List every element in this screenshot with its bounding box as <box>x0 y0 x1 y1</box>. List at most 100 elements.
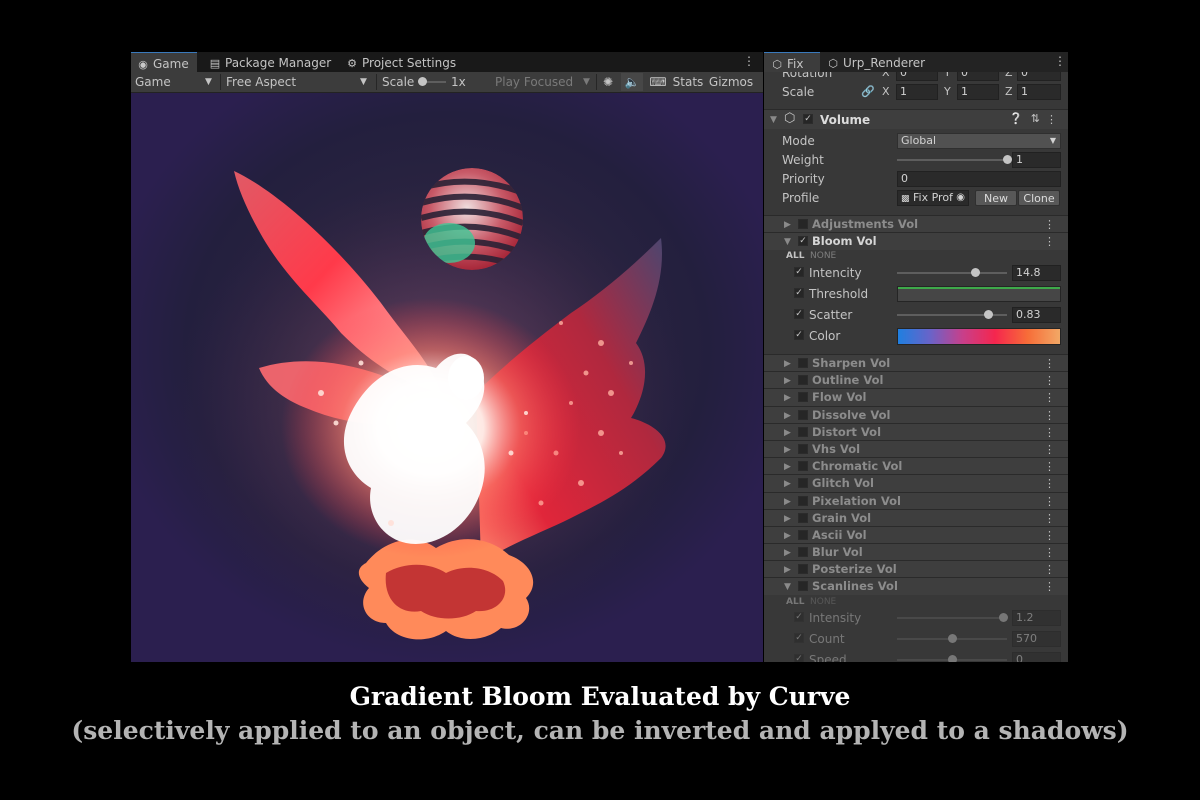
gizmos-button[interactable]: Gizmos <box>707 73 755 91</box>
object-picker-icon[interactable]: ◉ <box>956 191 965 205</box>
volume-enable-checkbox[interactable] <box>798 547 808 558</box>
volume-component-header[interactable]: ▼ ⬡ ✓ Volume ❔ ⇅ ⋮ <box>764 109 1068 129</box>
volume-enable-checkbox[interactable] <box>798 358 808 368</box>
foldout-collapsed-icon[interactable]: ▶ <box>784 427 791 439</box>
component-menu-icon[interactable]: ⋮ <box>1044 527 1055 544</box>
foldout-expanded-icon[interactable]: ▼ <box>770 114 777 126</box>
presets-icon[interactable]: ⇅ <box>1031 112 1040 125</box>
volume-enable-checkbox[interactable] <box>798 530 808 540</box>
bloom-vol-header[interactable]: ▼ ✓ Bloom Vol ⋮ <box>764 232 1068 250</box>
adjustments-vol-header[interactable]: ▶ Adjustments Vol ⋮ <box>764 215 1068 233</box>
bloom-vol-checkbox[interactable]: ✓ <box>798 236 808 246</box>
component-menu-icon[interactable]: ⋮ <box>1044 233 1055 250</box>
foldout-collapsed-icon[interactable]: ▶ <box>784 564 791 576</box>
component-menu-icon[interactable]: ⋮ <box>1044 441 1055 458</box>
scanlines-vol-checkbox[interactable] <box>798 581 808 591</box>
foldout-expanded-icon[interactable]: ▼ <box>784 581 791 593</box>
scanlines-speed-slider-knob[interactable] <box>948 655 957 662</box>
bloom-intensity-slider-track[interactable] <box>897 272 1007 274</box>
foldout-collapsed-icon[interactable]: ▶ <box>784 358 791 370</box>
bloom-threshold-curve-field[interactable] <box>897 286 1061 302</box>
collapsed-volume-header[interactable]: ▶ Blur Vol ⋮ <box>764 543 1068 562</box>
help-icon[interactable]: ❔ <box>1009 112 1023 125</box>
foldout-collapsed-icon[interactable]: ▶ <box>784 410 791 422</box>
volume-enable-checkbox[interactable] <box>798 495 808 506</box>
bloom-color-override-checkbox[interactable]: ✓ <box>794 330 804 340</box>
priority-field[interactable]: 0 <box>897 171 1061 187</box>
foldout-collapsed-icon[interactable]: ▶ <box>784 530 791 542</box>
collapsed-volume-header[interactable]: ▶ Pixelation Vol ⋮ <box>764 491 1068 510</box>
game-window-menu-icon[interactable]: ⋮ <box>743 54 755 68</box>
volume-enable-checkbox[interactable] <box>798 461 808 472</box>
scanlines-count-field[interactable]: 570 <box>1012 631 1061 647</box>
scanlines-count-slider-knob[interactable] <box>948 634 957 643</box>
component-menu-icon[interactable]: ⋮ <box>1044 389 1055 406</box>
game-viewport[interactable] <box>131 93 763 662</box>
tab-package-manager[interactable]: ▤ Package Manager <box>208 52 331 72</box>
inspector-menu-icon[interactable]: ⋮ <box>1054 54 1066 68</box>
bug-icon[interactable]: ✺ <box>599 73 617 91</box>
scanlines-vol-header[interactable]: ▼ Scanlines Vol ⋮ <box>764 577 1068 595</box>
foldout-collapsed-icon[interactable]: ▶ <box>784 444 791 456</box>
foldout-collapsed-icon[interactable]: ▶ <box>784 392 791 404</box>
component-menu-icon[interactable]: ⋮ <box>1044 424 1055 441</box>
bloom-scatter-override-checkbox[interactable]: ✓ <box>794 309 804 319</box>
all-toggle[interactable]: ALL <box>786 595 804 609</box>
component-menu-icon[interactable]: ⋮ <box>1044 510 1055 527</box>
bloom-scatter-field[interactable]: 0.83 <box>1012 307 1061 323</box>
volume-enable-checkbox[interactable] <box>798 392 808 403</box>
component-menu-icon[interactable]: ⋮ <box>1044 407 1055 424</box>
mute-audio-icon[interactable]: 🔈 <box>621 73 643 91</box>
component-menu-icon[interactable]: ⋮ <box>1044 475 1055 492</box>
volume-enable-checkbox[interactable] <box>798 564 808 575</box>
component-menu-icon[interactable]: ⋮ <box>1044 544 1055 561</box>
adjustments-vol-checkbox[interactable] <box>798 219 808 229</box>
collapsed-volume-header[interactable]: ▶ Vhs Vol ⋮ <box>764 440 1068 458</box>
scanlines-speed-field[interactable]: 0 <box>1012 652 1061 662</box>
display-dropdown[interactable]: Game ▼ <box>135 72 217 92</box>
scale-slider[interactable] <box>418 72 446 92</box>
bloom-threshold-override-checkbox[interactable]: ✓ <box>794 288 804 298</box>
link-icon[interactable]: 🔗 <box>861 83 875 101</box>
component-menu-icon[interactable]: ⋮ <box>1046 111 1057 128</box>
component-menu-icon[interactable]: ⋮ <box>1044 578 1055 595</box>
all-toggle[interactable]: ALL <box>786 249 804 263</box>
component-menu-icon[interactable]: ⋮ <box>1044 458 1055 475</box>
foldout-collapsed-icon[interactable]: ▶ <box>784 496 791 508</box>
volume-enable-checkbox[interactable] <box>798 444 808 454</box>
scale-y-field[interactable]: 1 <box>957 84 999 100</box>
tab-urp-renderer[interactable]: ⬡ Urp_Renderer <box>826 52 925 72</box>
weight-field[interactable]: 1 <box>1012 152 1061 168</box>
bloom-color-gradient-field[interactable] <box>897 328 1061 345</box>
collapsed-volume-header[interactable]: ▶ Chromatic Vol ⋮ <box>764 457 1068 476</box>
weight-slider-track[interactable] <box>897 159 1007 161</box>
tab-game[interactable]: ◉ Game <box>131 52 197 72</box>
collapsed-volume-header[interactable]: ▶ Glitch Vol ⋮ <box>764 474 1068 493</box>
clone-profile-button[interactable]: Clone <box>1018 190 1060 206</box>
volume-enable-checkbox[interactable] <box>798 478 808 489</box>
collapsed-volume-header[interactable]: ▶ Posterize Vol ⋮ <box>764 560 1068 579</box>
component-menu-icon[interactable]: ⋮ <box>1044 493 1055 510</box>
scanlines-intensity-override-checkbox[interactable]: ✓ <box>794 612 804 622</box>
foldout-collapsed-icon[interactable]: ▶ <box>784 375 791 387</box>
component-menu-icon[interactable]: ⋮ <box>1044 216 1055 233</box>
scale-z-field[interactable]: 1 <box>1017 84 1061 100</box>
scanlines-count-override-checkbox[interactable]: ✓ <box>794 633 804 643</box>
scanlines-intensity-slider-knob[interactable] <box>998 613 1008 622</box>
bloom-intensity-slider-knob[interactable] <box>971 268 981 277</box>
component-menu-icon[interactable]: ⋮ <box>1044 355 1055 372</box>
bloom-scatter-slider-knob[interactable] <box>984 310 994 319</box>
play-mode-dropdown[interactable]: Play Focused ▼ <box>495 72 593 92</box>
stats-button[interactable]: Stats <box>671 73 705 91</box>
volume-enable-checkbox[interactable] <box>798 409 808 420</box>
foldout-expanded-icon[interactable]: ▼ <box>784 236 791 248</box>
keyboard-icon[interactable]: ⌨ <box>647 73 669 91</box>
collapsed-volume-header[interactable]: ▶ Sharpen Vol ⋮ <box>764 354 1068 372</box>
collapsed-volume-header[interactable]: ▶ Distort Vol ⋮ <box>764 422 1068 441</box>
profile-field[interactable]: ▩ Fix Prof ◉ <box>897 190 969 206</box>
foldout-collapsed-icon[interactable]: ▶ <box>784 547 791 559</box>
scanlines-speed-override-checkbox[interactable]: ✓ <box>794 654 804 662</box>
foldout-collapsed-icon[interactable]: ▶ <box>784 513 791 525</box>
collapsed-volume-header[interactable]: ▶ Grain Vol ⋮ <box>764 508 1068 527</box>
mode-dropdown[interactable]: Global ▼ <box>897 133 1061 149</box>
